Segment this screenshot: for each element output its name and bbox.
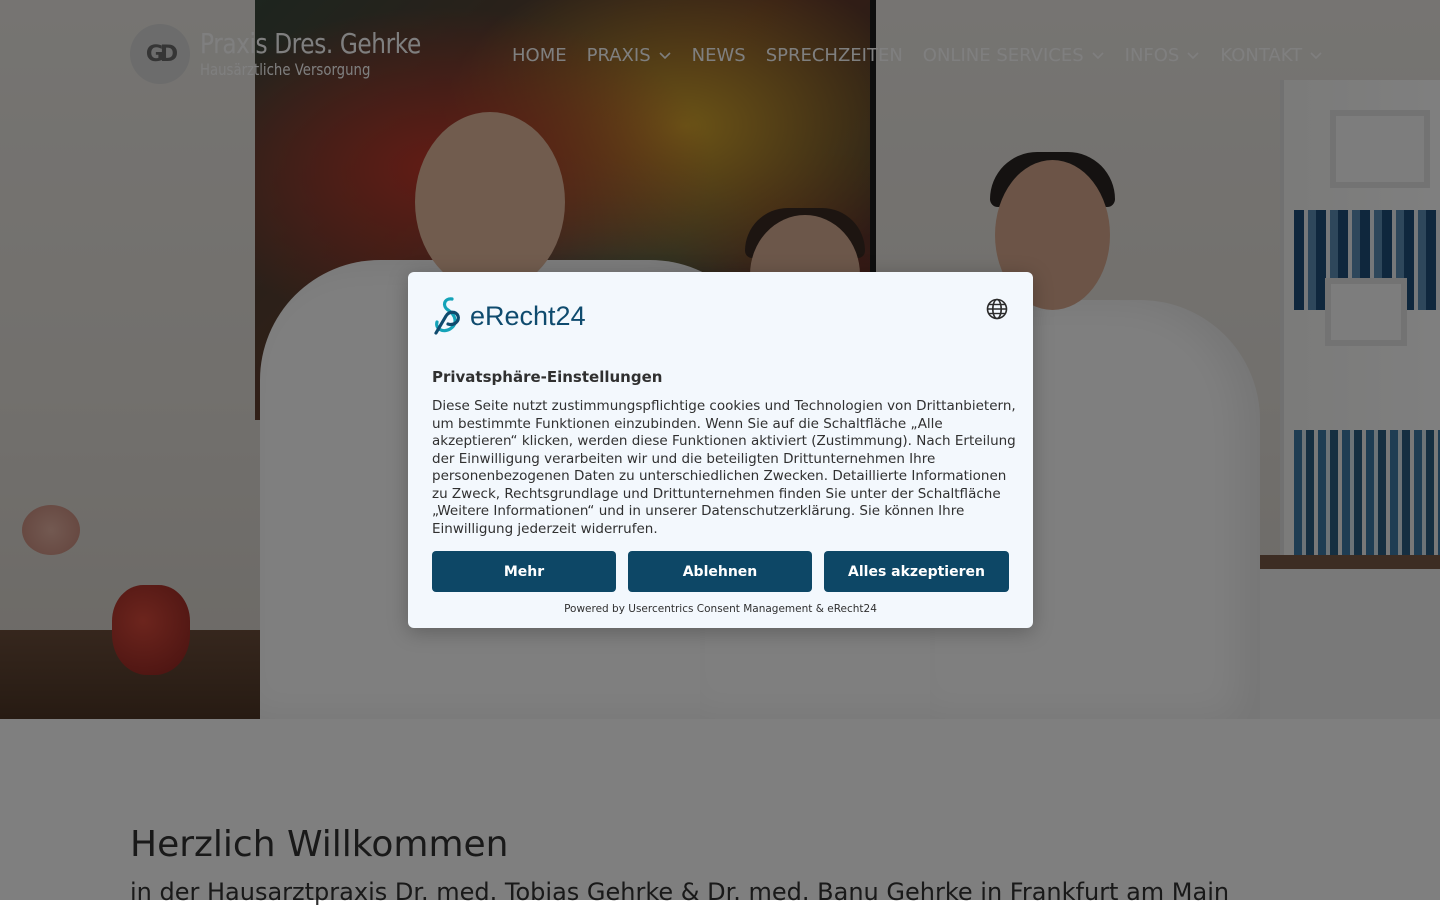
erecht24-logo-icon	[434, 297, 460, 335]
consent-body-text: Diese Seite nutzt zustimmungspflichtige …	[432, 398, 1016, 537]
globe-icon[interactable]	[986, 298, 1008, 320]
brand-name: eRecht24	[470, 300, 586, 331]
consent-dialog: eRecht24 Privatsphäre-Einstellungen Dies…	[408, 272, 1033, 628]
powered-by-text: Powered by Usercentrics Consent Manageme…	[564, 603, 877, 615]
accept-all-button[interactable]: Alles akzeptieren	[824, 551, 1009, 592]
brand-logo: eRecht24	[432, 296, 586, 336]
more-button[interactable]: Mehr	[432, 551, 616, 592]
consent-title: Privatsphäre-Einstellungen	[432, 368, 663, 386]
deny-button[interactable]: Ablehnen	[628, 551, 812, 592]
